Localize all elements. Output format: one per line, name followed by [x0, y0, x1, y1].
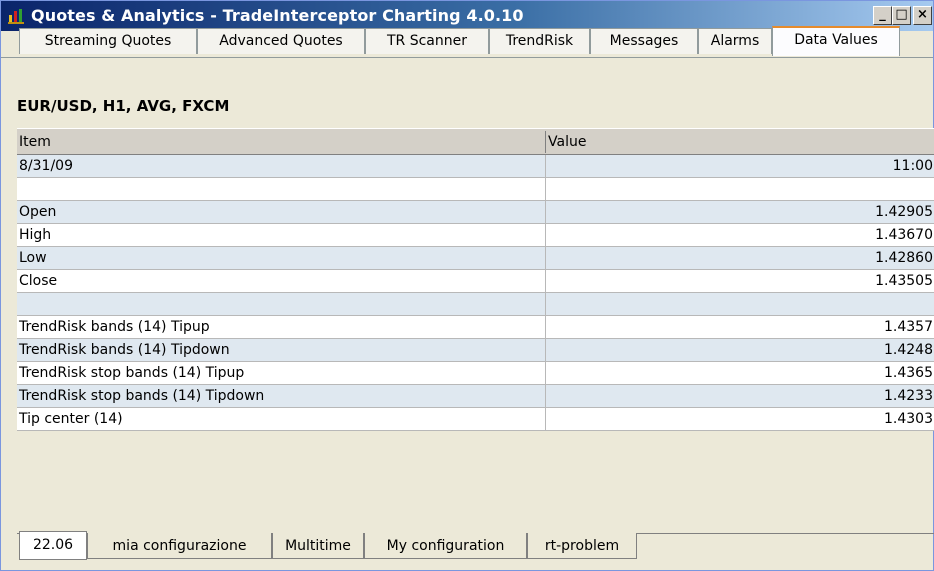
tab-messages[interactable]: Messages	[590, 28, 698, 54]
table-row[interactable]	[17, 293, 934, 316]
table-row[interactable]: 8/31/09 11:00	[17, 155, 934, 178]
tab-streaming-quotes[interactable]: Streaming Quotes	[19, 28, 197, 54]
column-divider[interactable]	[545, 131, 546, 153]
table-row[interactable]: TrendRisk bands (14) Tipup 1.4357	[17, 316, 934, 339]
item-cell: Open	[19, 204, 57, 220]
cell-divider	[545, 316, 546, 339]
cell-divider	[545, 178, 546, 201]
table-header: Item Value	[17, 128, 934, 155]
item-cell: TrendRisk stop bands (14) Tipdown	[19, 388, 265, 404]
table-row[interactable]: Open 1.42905	[17, 201, 934, 224]
bottom-tab-multitime[interactable]: Multitime	[272, 533, 364, 559]
app-window: Quotes & Analytics - TradeInterceptor Ch…	[0, 0, 934, 571]
value-cell: 1.42860	[875, 250, 933, 266]
value-cell: 1.4303	[884, 411, 933, 427]
item-cell: Tip center (14)	[19, 411, 123, 427]
cell-divider	[545, 362, 546, 385]
value-cell: 1.42905	[875, 204, 933, 220]
table-row[interactable]: TrendRisk stop bands (14) Tipup 1.4365	[17, 362, 934, 385]
tab-bar-divider	[1, 57, 933, 58]
value-cell: 1.43505	[875, 273, 933, 289]
close-button[interactable]: ×	[913, 6, 932, 25]
tab-data-values[interactable]: Data Values	[772, 26, 900, 56]
value-cell: 1.4233	[884, 388, 933, 404]
cell-divider	[545, 247, 546, 270]
bottom-tab-22-06[interactable]: 22.06	[19, 531, 87, 560]
item-cell: Close	[19, 273, 58, 289]
cell-divider	[545, 293, 546, 316]
column-header-value[interactable]: Value	[548, 129, 586, 155]
item-cell: 8/31/09	[19, 158, 73, 174]
cell-divider	[545, 224, 546, 247]
maximize-button[interactable]: □	[892, 6, 911, 25]
window-title: Quotes & Analytics - TradeInterceptor Ch…	[31, 6, 524, 25]
minimize-button[interactable]: _	[873, 6, 892, 25]
tab-alarms[interactable]: Alarms	[698, 28, 772, 54]
value-cell: 1.4365	[884, 365, 933, 381]
table-row[interactable]: TrendRisk stop bands (14) Tipdown 1.4233	[17, 385, 934, 408]
bottom-tab-my-configuration[interactable]: My configuration	[364, 533, 527, 559]
cell-divider	[545, 408, 546, 431]
symbol-header: EUR/USD, H1, AVG, FXCM	[17, 97, 230, 115]
tab-trendrisk[interactable]: TrendRisk	[489, 28, 590, 54]
item-cell: TrendRisk bands (14) Tipdown	[19, 342, 230, 358]
value-cell: 1.43670	[875, 227, 933, 243]
cell-divider	[545, 270, 546, 293]
value-cell: 1.4248	[884, 342, 933, 358]
table-row[interactable]: Low 1.42860	[17, 247, 934, 270]
cell-divider	[545, 155, 546, 178]
value-cell: 11:00	[892, 158, 933, 174]
item-cell: High	[19, 227, 52, 243]
table-row[interactable]: Close 1.43505	[17, 270, 934, 293]
table-row[interactable]: TrendRisk bands (14) Tipdown 1.4248	[17, 339, 934, 362]
bottom-tab-mia-configurazione[interactable]: mia configurazione	[87, 533, 272, 559]
bottom-tab-rt-problem[interactable]: rt-problem	[527, 533, 637, 559]
table-row[interactable]: Tip center (14) 1.4303	[17, 408, 934, 431]
cell-divider	[545, 201, 546, 224]
table-row[interactable]	[17, 178, 934, 201]
app-logo-icon	[8, 9, 24, 24]
item-cell: TrendRisk bands (14) Tipup	[19, 319, 210, 335]
tab-advanced-quotes[interactable]: Advanced Quotes	[197, 28, 365, 54]
column-header-item[interactable]: Item	[19, 129, 51, 155]
tab-tr-scanner[interactable]: TR Scanner	[365, 28, 489, 54]
value-cell: 1.4357	[884, 319, 933, 335]
cell-divider	[545, 385, 546, 408]
cell-divider	[545, 339, 546, 362]
table-row[interactable]: High 1.43670	[17, 224, 934, 247]
item-cell: Low	[19, 250, 47, 266]
item-cell: TrendRisk stop bands (14) Tipup	[19, 365, 245, 381]
